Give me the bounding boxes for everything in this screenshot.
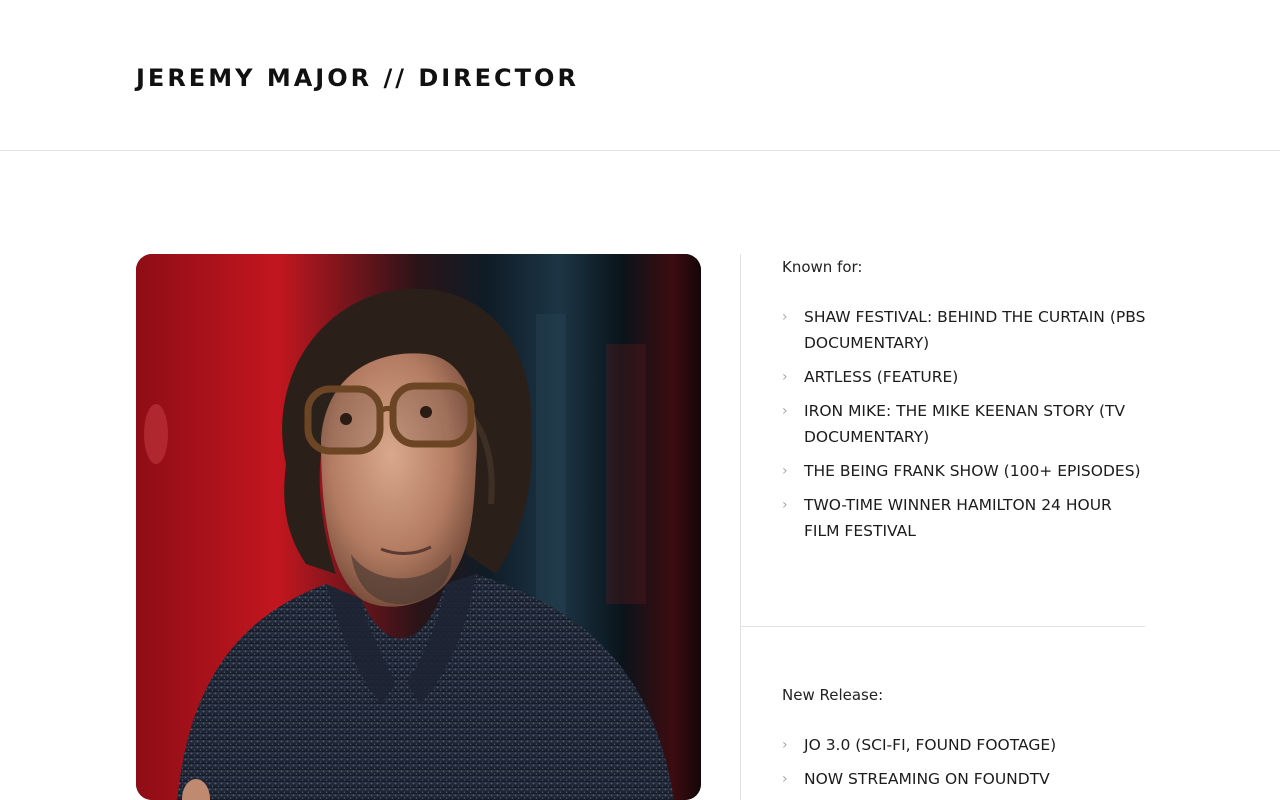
known-for-label: Known for: bbox=[782, 258, 863, 276]
release-text: JO 3.0 (SCI-FI, FOUND FOOTAGE) bbox=[804, 736, 1057, 754]
new-release-list: › JO 3.0 (SCI-FI, FOUND FOOTAGE) › NOW STR… bbox=[782, 732, 1152, 792]
known-for-section: Known for: › SHAW FESTIVAL: BEHIND THE CU… bbox=[741, 254, 1145, 544]
section-divider bbox=[741, 626, 1145, 627]
list-item: › SHAW FESTIVAL: BEHIND THE CURTAIN (PBS … bbox=[782, 304, 1152, 356]
portrait-illustration bbox=[136, 254, 701, 800]
new-release-section: New Release: › JO 3.0 (SCI-FI, FOUND FOOT… bbox=[741, 682, 1152, 800]
list-item: › IRON MIKE: THE MIKE KEENAN STORY (TV DO… bbox=[782, 398, 1152, 450]
known-for-list: › SHAW FESTIVAL: BEHIND THE CURTAIN (PBS … bbox=[782, 304, 1145, 544]
site-header: JEREMY MAJOR // DIRECTOR bbox=[0, 0, 1280, 151]
chevron-right-icon: › bbox=[782, 771, 788, 787]
list-item: › THE BEING FRANK SHOW (100+ EPISODES) bbox=[782, 458, 1152, 484]
site-title-link[interactable]: JEREMY MAJOR // DIRECTOR bbox=[136, 64, 579, 92]
chevron-right-icon: › bbox=[782, 737, 788, 753]
credit-text: TWO-TIME WINNER HAMILTON 24 HOUR FILM FE… bbox=[804, 496, 1112, 540]
portrait-image bbox=[136, 254, 701, 800]
credit-text: IRON MIKE: THE MIKE KEENAN STORY (TV DOC… bbox=[804, 402, 1126, 446]
list-item: › NOW STREAMING ON FOUNDTV bbox=[782, 766, 1152, 792]
chevron-right-icon: › bbox=[782, 309, 788, 325]
list-item: › JO 3.0 (SCI-FI, FOUND FOOTAGE) bbox=[782, 732, 1152, 758]
chevron-right-icon: › bbox=[782, 403, 788, 419]
info-column: Known for: › SHAW FESTIVAL: BEHIND THE CU… bbox=[740, 254, 1145, 800]
list-item: › ARTLESS (FEATURE) bbox=[782, 364, 1152, 390]
release-text: NOW STREAMING ON FOUNDTV bbox=[804, 770, 1050, 788]
chevron-right-icon: › bbox=[782, 497, 788, 513]
credit-text: ARTLESS (FEATURE) bbox=[804, 368, 959, 386]
credit-text: SHAW FESTIVAL: BEHIND THE CURTAIN (PBS D… bbox=[804, 308, 1146, 352]
chevron-right-icon: › bbox=[782, 463, 788, 479]
list-item: › TWO-TIME WINNER HAMILTON 24 HOUR FILM F… bbox=[782, 492, 1152, 544]
credit-text: THE BEING FRANK SHOW (100+ EPISODES) bbox=[804, 462, 1141, 480]
chevron-right-icon: › bbox=[782, 369, 788, 385]
new-release-label: New Release: bbox=[782, 686, 884, 704]
